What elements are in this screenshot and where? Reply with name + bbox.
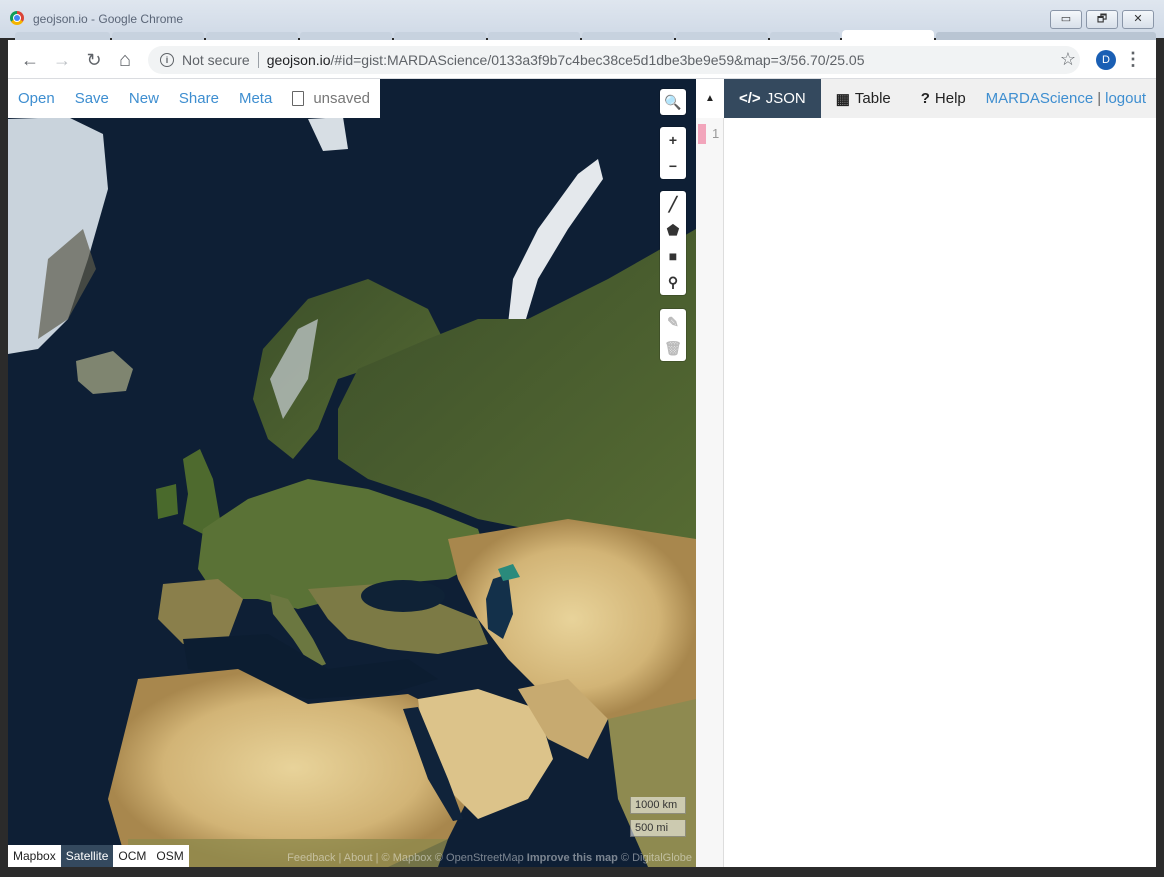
share-button[interactable]: Share [179,90,219,107]
draw-line-icon[interactable]: ╱ [660,191,686,217]
logout-link[interactable]: logout [1105,90,1146,107]
draw-polygon-icon[interactable]: ⬟ [660,217,686,243]
tab-json-label: JSON [765,90,806,107]
restore-button[interactable]: 🗗 [1086,10,1118,29]
layer-mapbox[interactable]: Mapbox [8,845,61,867]
browser-tab[interactable] [676,32,768,40]
collapse-panel-button[interactable]: ▲ [696,79,724,118]
browser-tab[interactable] [488,32,580,40]
tab-table[interactable]: ▦ Table [821,79,906,118]
page-content: Open Save New Share Meta unsaved 🔍 + − ╱… [8,79,1156,867]
omnibox-divider [257,52,259,68]
browser-tab[interactable] [112,32,204,40]
layer-osm[interactable]: OSM [151,845,188,867]
forward-arrow-icon[interactable]: → [50,48,74,72]
new-tab-area[interactable] [936,32,1156,40]
info-icon[interactable]: i [160,53,174,67]
user-area: MARDAScience | logout [986,79,1156,118]
reload-icon[interactable]: ↻ [82,48,106,72]
security-indicator[interactable]: Not secure [182,52,250,68]
attribution-credit: © DigitalGlobe [620,852,692,864]
minimize-button[interactable]: ▭ [1050,10,1082,29]
json-editor[interactable] [724,118,1156,867]
browser-tab[interactable] [770,32,840,40]
profile-avatar[interactable]: D [1096,50,1116,70]
draw-toolbar: ╱ ⬟ ■ ⚲ [660,191,686,295]
draw-rectangle-icon[interactable]: ■ [660,243,686,269]
browser-menu-icon[interactable]: ⋮ [1124,49,1142,70]
layer-switcher: Mapbox Satellite OCM OSM [8,845,189,867]
url-path: /#id=gist:MARDAScience/0133a3f9b7c4bec38… [330,52,865,68]
edit-icon[interactable]: ✎ [660,309,686,335]
editor-gutter: 1 [696,118,724,867]
caret-up-icon: ▲ [705,93,715,104]
back-arrow-icon[interactable]: ← [18,48,42,72]
bookmark-star-icon[interactable]: ☆ [1060,49,1076,70]
scale-imperial: 500 mi [630,820,686,837]
tab-help[interactable]: ? Help [906,79,981,118]
save-button[interactable]: Save [75,90,109,107]
chrome-logo-icon [10,11,24,25]
browser-tab[interactable] [15,32,110,40]
browser-toolbar: ← → ↻ ⌂ i Not secure geojson.io/#id=gist… [8,40,1156,79]
new-button[interactable]: New [129,90,159,107]
satellite-imagery [8,79,696,867]
file-status: unsaved [313,90,371,107]
browser-tab[interactable] [394,32,486,40]
app-menu-bar: Open Save New Share Meta unsaved [8,79,381,118]
tab-json[interactable]: </> JSON [724,79,821,118]
browser-tab[interactable] [300,32,392,40]
map[interactable]: Open Save New Share Meta unsaved 🔍 + − ╱… [8,79,696,867]
open-button[interactable]: Open [18,90,55,107]
file-icon [292,91,305,106]
layer-ocm[interactable]: OCM [113,845,151,867]
meta-button[interactable]: Meta [239,90,272,107]
username-link[interactable]: MARDAScience [986,90,1094,107]
browser-tab[interactable] [582,32,674,40]
search-control: 🔍 [660,89,686,115]
user-separator: | [1097,90,1102,107]
table-icon: ▦ [835,90,850,108]
draw-marker-icon[interactable]: ⚲ [660,269,686,295]
window-controls: ▭ 🗗 ✕ [1050,10,1154,29]
zoom-out-button[interactable]: − [660,153,686,179]
window-title: geojson.io - Google Chrome [33,12,184,26]
layer-satellite[interactable]: Satellite [60,845,114,867]
url-host: geojson.io [266,52,331,68]
map-attribution: Feedback | About | © Mapbox © OpenStreet… [287,852,692,864]
scale-metric: 1000 km [630,797,686,814]
line-marker [698,124,706,144]
improve-map-link[interactable]: Improve this map [527,852,618,864]
edit-toolbar: ✎ 🗑 [660,309,686,361]
code-icon: </> [739,90,761,107]
address-bar[interactable]: i Not secure geojson.io/#id=gist:MARDASc… [148,46,1080,74]
zoom-control: + − [660,127,686,179]
tab-help-label: Help [934,90,966,107]
browser-tab[interactable] [206,32,298,40]
line-number: 1 [712,126,720,141]
tab-strip [0,30,1164,40]
browser-tab-active[interactable] [842,30,934,40]
panel-tabs: </> JSON ▦ Table ? Help MARDAScience | l… [724,79,1156,118]
search-icon[interactable]: 🔍 [660,89,686,115]
attribution-text[interactable]: Feedback | About | © Mapbox © OpenStreet… [287,852,524,864]
help-icon: ? [920,90,930,107]
home-icon[interactable]: ⌂ [113,48,137,72]
close-button[interactable]: ✕ [1122,10,1154,29]
delete-icon[interactable]: 🗑 [660,335,686,361]
tab-table-label: Table [854,90,891,107]
zoom-in-button[interactable]: + [660,127,686,153]
url-text[interactable]: geojson.io/#id=gist:MARDAScience/0133a3f… [267,52,865,68]
